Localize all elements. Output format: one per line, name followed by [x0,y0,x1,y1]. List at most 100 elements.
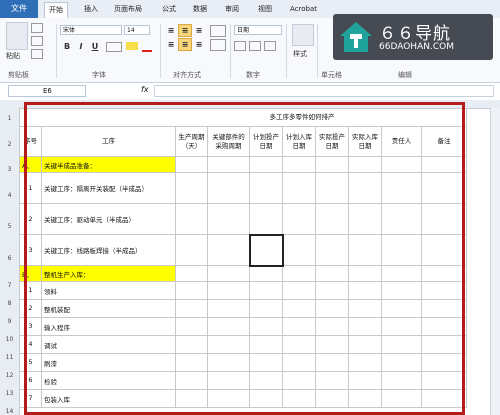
styles-button[interactable]: 样式 [293,49,307,59]
data-cell[interactable] [381,281,422,300]
data-cell[interactable] [315,371,349,390]
data-cell[interactable] [421,203,467,235]
data-cell[interactable] [249,172,283,204]
header-cell[interactable]: 实际入库日期 [348,126,382,157]
data-cell[interactable] [207,335,250,354]
data-cell[interactable] [207,172,250,204]
data-cell[interactable] [282,281,316,300]
data-cell[interactable] [315,234,349,266]
tab-home[interactable]: 开始 [44,2,68,19]
fill-color-icon[interactable] [126,42,138,50]
data-cell[interactable] [249,203,283,235]
row-number[interactable]: 6 [0,255,19,262]
header-cell[interactable]: 备注 [421,126,467,157]
data-cell[interactable] [282,353,316,372]
row-number-cell[interactable]: 4 [19,335,42,354]
data-cell[interactable] [421,353,467,372]
data-cell[interactable] [175,172,208,204]
data-cell[interactable] [282,389,316,408]
bold-button[interactable]: B [60,40,74,53]
data-cell[interactable] [282,335,316,354]
row-number[interactable]: 10 [0,336,19,343]
name-box[interactable]: E6 [8,85,86,97]
align-right-icon[interactable]: ≡ [192,38,206,51]
data-cell[interactable] [315,353,349,372]
data-cell[interactable] [282,234,316,266]
font-name-select[interactable]: 宋体 [60,25,122,35]
header-cell[interactable]: 序号 [19,126,42,157]
row-number-cell[interactable]: 2 [19,299,42,318]
process-cell[interactable]: 领料 [41,281,176,300]
data-cell[interactable] [175,156,208,173]
data-cell[interactable] [381,335,422,354]
data-cell[interactable] [348,371,382,390]
data-cell[interactable] [207,353,250,372]
merge-center-icon[interactable] [210,39,226,51]
row-number-cell[interactable]: 7 [19,389,42,408]
data-cell[interactable] [249,353,283,372]
data-cell[interactable] [348,389,382,408]
row-number[interactable]: 1 [0,115,19,122]
row-number-cell[interactable]: 1 [19,172,42,204]
cut-icon[interactable] [31,23,43,33]
tab-page-layout[interactable]: 页面布局 [114,2,142,18]
row-number[interactable]: 5 [0,223,19,230]
data-cell[interactable] [348,203,382,235]
data-cell[interactable] [249,389,283,408]
align-bottom-icon[interactable]: ≡ [192,24,206,37]
data-cell[interactable] [282,265,316,282]
header-cell[interactable]: 计划入库日期 [282,126,316,157]
font-size-select[interactable]: 14 [124,25,150,35]
row-number-cell[interactable]: 3 [19,234,42,266]
align-center-icon[interactable]: ≡ [178,38,192,51]
data-cell[interactable] [348,281,382,300]
data-cell[interactable] [315,203,349,235]
tab-review[interactable]: 审阅 [225,2,239,18]
header-cell[interactable]: 计划投产日期 [249,126,283,157]
data-cell[interactable] [282,317,316,336]
row-number[interactable]: 11 [0,354,19,361]
process-cell[interactable]: 关键工序：驱动单元（半成品） [41,203,176,235]
data-cell[interactable] [207,299,250,318]
process-cell[interactable]: 刷漆 [41,353,176,372]
data-cell[interactable] [207,265,250,282]
data-cell[interactable] [421,234,467,266]
data-cell[interactable] [348,299,382,318]
header-cell[interactable]: 关键部件的采购周期 [207,126,250,157]
selected-cell[interactable] [248,233,284,267]
header-cell[interactable]: 责任人 [381,126,422,157]
paste-button[interactable]: 粘贴 [6,51,20,61]
data-cell[interactable] [381,265,422,282]
data-cell[interactable] [207,156,250,173]
wrap-text-icon[interactable] [210,25,226,37]
data-cell[interactable] [421,299,467,318]
data-cell[interactable] [421,389,467,408]
row-number[interactable]: 12 [0,372,19,379]
process-cell[interactable]: 检验 [41,371,176,390]
row-number[interactable]: 7 [0,282,19,289]
data-cell[interactable] [421,265,467,282]
data-cell[interactable] [315,156,349,173]
data-cell[interactable] [175,299,208,318]
row-number[interactable]: 3 [0,166,19,173]
styles-icon[interactable] [292,24,314,46]
data-cell[interactable] [348,156,382,173]
copy-icon[interactable] [31,36,43,46]
process-cell[interactable]: 包装入库 [41,389,176,408]
data-cell[interactable] [348,265,382,282]
data-cell[interactable] [381,172,422,204]
data-cell[interactable] [348,353,382,372]
process-cell[interactable]: 整机生产入库： [41,265,176,282]
currency-icon[interactable] [234,41,246,51]
align-top-icon[interactable]: ≡ [164,24,178,37]
data-cell[interactable] [249,335,283,354]
data-cell[interactable] [282,172,316,204]
tab-insert[interactable]: 插入 [84,2,98,18]
data-cell[interactable] [315,172,349,204]
data-cell[interactable] [381,317,422,336]
process-cell[interactable]: 输入程序 [41,317,176,336]
data-cell[interactable] [175,389,208,408]
process-cell[interactable]: 调试 [41,335,176,354]
data-cell[interactable] [175,281,208,300]
data-cell[interactable] [348,234,382,266]
